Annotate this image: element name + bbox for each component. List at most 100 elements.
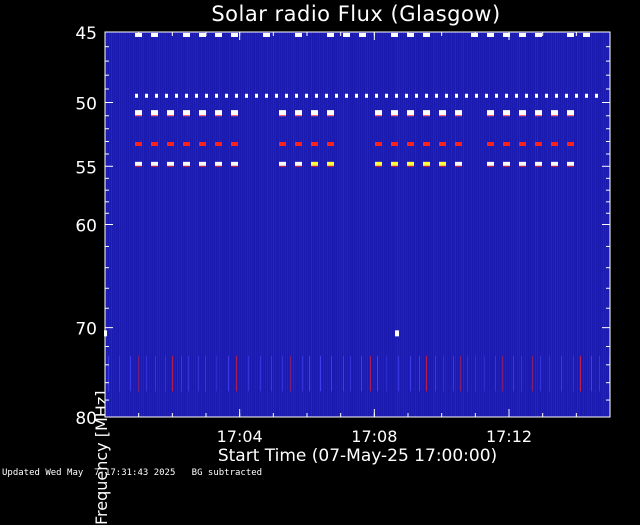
noise-streak: [245, 32, 246, 417]
band-mark: [445, 93, 448, 98]
noise-streak: [589, 32, 590, 417]
y-tick-label: 60: [75, 217, 97, 237]
noise-streak: [247, 32, 248, 417]
low-streak: [398, 355, 399, 392]
noise-streak: [281, 32, 282, 417]
band-mark: [585, 93, 588, 98]
noise-streak: [189, 32, 190, 417]
band-shadow: [375, 165, 382, 167]
noise-streak: [505, 32, 506, 417]
x-tick-label: 17:08: [351, 427, 397, 446]
noise-streak: [307, 32, 308, 417]
band-shadow: [279, 115, 286, 117]
noise-streak: [175, 32, 176, 417]
noise-streak: [559, 32, 560, 417]
band-mark: [567, 142, 574, 147]
low-streak: [320, 355, 321, 392]
noise-streak: [317, 32, 318, 417]
noise-streak: [455, 32, 456, 417]
band-shadow: [183, 115, 190, 117]
band-mark: [375, 93, 378, 98]
low-streak: [146, 355, 147, 392]
band-mark: [245, 93, 248, 98]
band-mark: [525, 93, 528, 98]
band-mark: [567, 32, 574, 37]
noise-streak: [565, 32, 566, 417]
band-shadow: [439, 115, 446, 117]
noise-streak: [525, 32, 526, 417]
noise-streak: [355, 32, 356, 417]
band-mark: [391, 161, 398, 166]
noise-streak: [193, 32, 194, 417]
band-mark: [359, 32, 366, 37]
band-mark: [135, 142, 142, 147]
noise-streak: [237, 32, 238, 417]
low-streak: [198, 355, 199, 392]
noise-streak: [263, 32, 264, 417]
noise-streak: [511, 32, 512, 417]
noise-streak: [427, 32, 428, 417]
low-streak: [453, 355, 454, 392]
noise-streak: [249, 32, 250, 417]
noise-streak: [201, 32, 202, 417]
noise-streak: [383, 32, 384, 417]
band-mark: [519, 142, 526, 147]
noise-streak: [157, 32, 158, 417]
band-mark: [183, 142, 190, 147]
low-streak: [130, 355, 131, 392]
noise-streak: [423, 32, 424, 417]
low-streak: [467, 355, 468, 392]
noise-streak: [353, 32, 354, 417]
band-mark: [183, 161, 190, 166]
noise-streak: [221, 32, 222, 417]
low-streak: [331, 355, 332, 392]
band-shadow: [423, 115, 430, 117]
band-mark: [295, 142, 302, 147]
band-mark: [231, 32, 238, 37]
band-shadow: [519, 165, 526, 167]
noise-streak: [295, 32, 296, 417]
band-mark: [425, 93, 428, 98]
noise-streak: [299, 32, 300, 417]
noise-streak: [187, 32, 188, 417]
noise-streak: [259, 32, 260, 417]
band-mark: [279, 161, 286, 166]
band-mark: [495, 93, 498, 98]
low-streak: [361, 355, 362, 392]
noise-streak: [577, 32, 578, 417]
noise-streak: [133, 32, 134, 417]
band-mark: [199, 142, 206, 147]
noise-streak: [371, 32, 372, 417]
noise-streak: [341, 32, 342, 417]
band-mark: [555, 93, 558, 98]
noise-streak: [115, 32, 116, 417]
noise-streak: [137, 32, 138, 417]
band-mark: [275, 93, 278, 98]
band-mark: [231, 161, 238, 166]
noise-streak: [125, 32, 126, 417]
band-mark: [295, 161, 302, 166]
noise-streak: [563, 32, 564, 417]
band-mark: [327, 161, 334, 166]
noise-streak: [569, 32, 570, 417]
noise-streak: [441, 32, 442, 417]
noise-streak: [595, 32, 596, 417]
band-shadow: [503, 165, 510, 167]
noise-streak: [239, 32, 240, 417]
noise-streak: [261, 32, 262, 417]
noise-streak: [373, 32, 374, 417]
noise-streak: [509, 32, 510, 417]
low-streak: [119, 355, 120, 392]
noise-streak: [579, 32, 580, 417]
noise-streak: [339, 32, 340, 417]
band-shadow: [455, 165, 462, 167]
noise-streak: [305, 32, 306, 417]
noise-streak: [179, 32, 180, 417]
band-mark: [487, 142, 494, 147]
noise-streak: [231, 32, 232, 417]
noise-streak: [387, 32, 388, 417]
noise-streak: [283, 32, 284, 417]
band-mark: [515, 93, 518, 98]
noise-streak: [473, 32, 474, 417]
low-streak: [419, 355, 420, 392]
